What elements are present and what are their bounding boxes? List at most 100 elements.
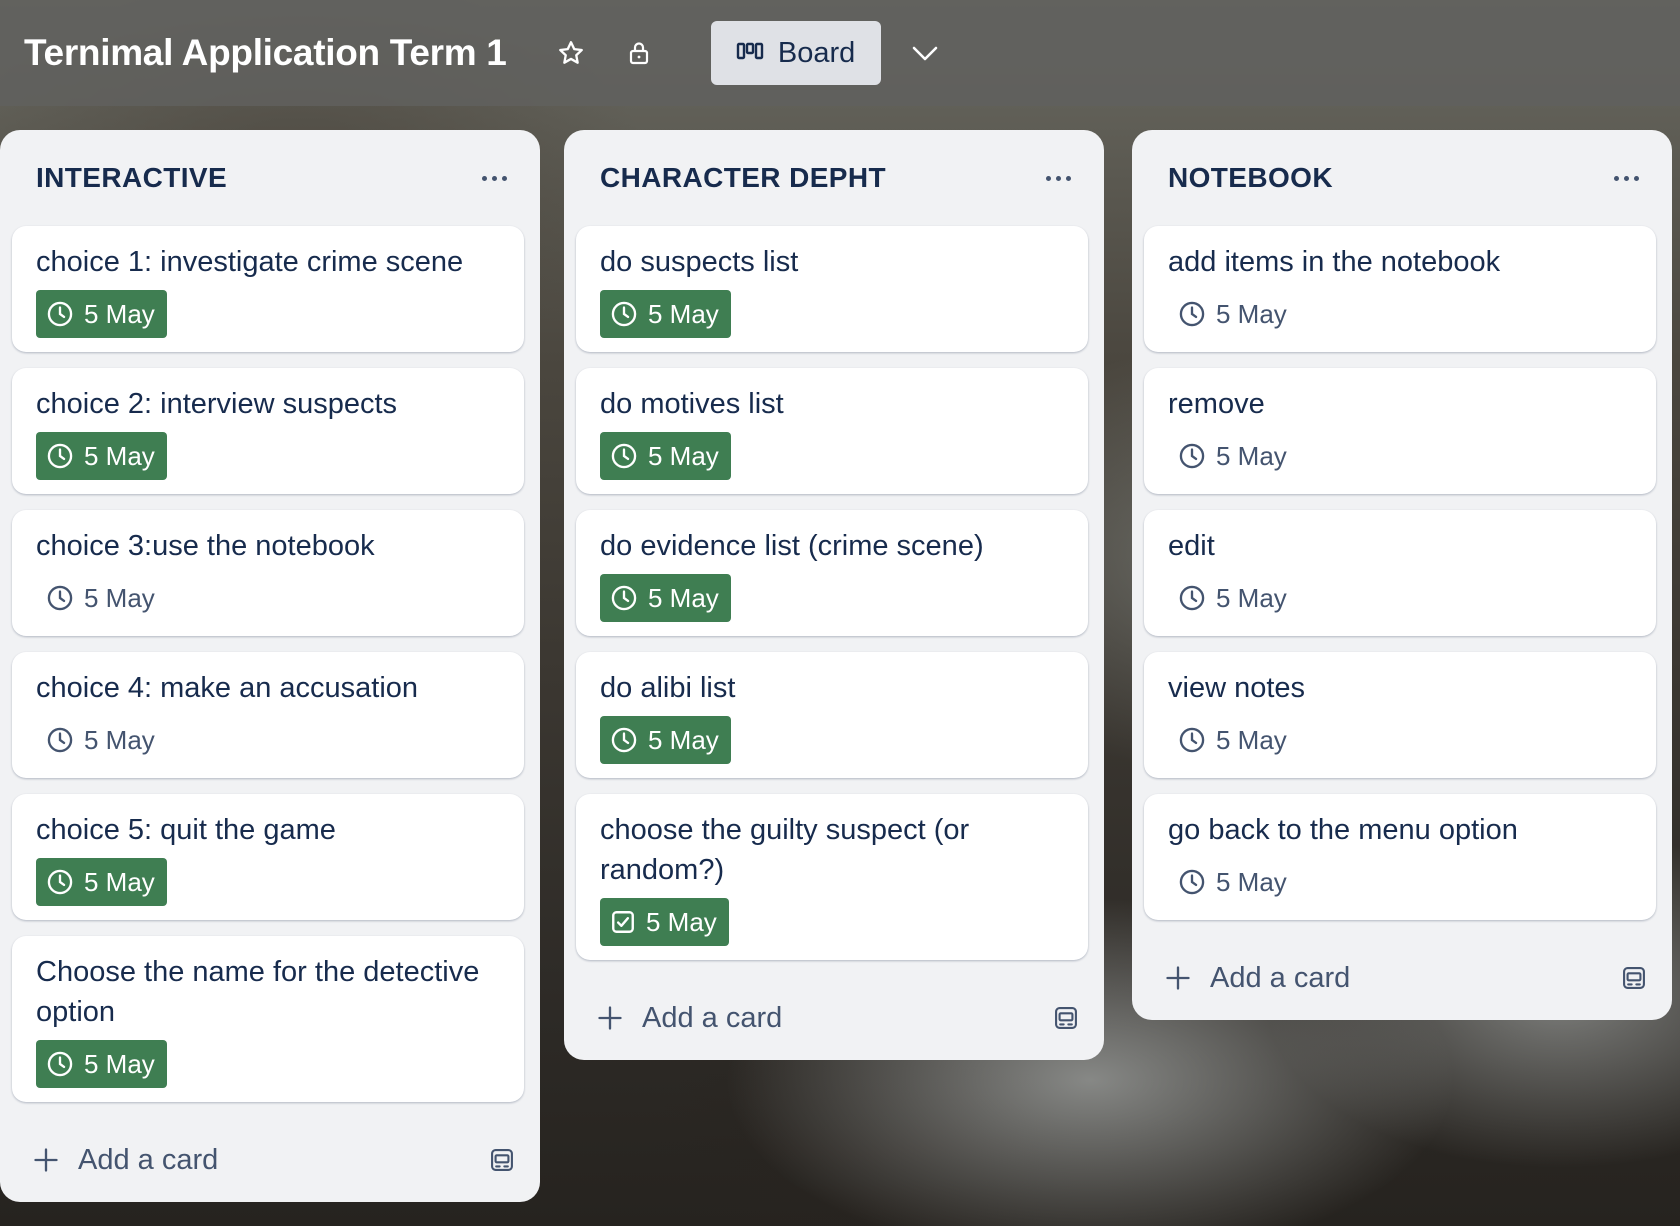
card-title: choose the guilty suspect (or random?): [600, 814, 970, 886]
card[interactable]: Choose the name for the detective option…: [12, 936, 524, 1102]
card[interactable]: do motives list 5 May: [576, 368, 1088, 494]
due-date-label: 5 May: [646, 906, 717, 937]
list-title[interactable]: NOTEBOOK: [1168, 162, 1333, 194]
clock-icon: [46, 584, 74, 612]
plus-icon: [1164, 964, 1192, 992]
due-date-badge[interactable]: 5 May: [36, 290, 167, 338]
card[interactable]: add items in the notebook 5 May: [1144, 226, 1656, 352]
due-date-badge[interactable]: 5 May: [600, 716, 731, 764]
lock-icon[interactable]: [617, 31, 661, 75]
card-title: do alibi list: [600, 672, 736, 704]
chevron-down-icon[interactable]: [903, 31, 947, 75]
due-date-label: 5 May: [84, 866, 155, 897]
card-title: choice 3:use the notebook: [36, 530, 375, 562]
clock-icon: [46, 868, 74, 896]
clock-icon: [610, 584, 638, 612]
due-date-label: 5 May: [1216, 582, 1287, 613]
plus-icon: [596, 1004, 624, 1032]
card[interactable]: choice 3:use the notebook 5 May: [12, 510, 524, 636]
star-icon[interactable]: [549, 31, 593, 75]
create-from-template-icon[interactable]: [1052, 1004, 1080, 1032]
add-card-label: Add a card: [1210, 961, 1351, 994]
due-date-badge[interactable]: 5 May: [1168, 716, 1299, 764]
card[interactable]: remove 5 May: [1144, 368, 1656, 494]
create-from-template-icon[interactable]: [488, 1146, 516, 1174]
due-date-badge[interactable]: 5 May: [600, 432, 731, 480]
add-card-row: Add a card: [576, 976, 1088, 1060]
due-date-badge[interactable]: 5 May: [36, 574, 167, 622]
due-date-badge[interactable]: 5 May: [36, 432, 167, 480]
clock-icon: [46, 726, 74, 754]
list-column: NOTEBOOK add items in the notebook 5 May…: [1132, 130, 1672, 1020]
due-date-badge[interactable]: 5 May: [600, 574, 731, 622]
card-title: choice 5: quit the game: [36, 814, 336, 846]
clock-icon: [1178, 442, 1206, 470]
list-header: INTERACTIVE: [12, 130, 524, 226]
card-title: add items in the notebook: [1168, 246, 1501, 278]
due-date-label: 5 May: [84, 298, 155, 329]
card[interactable]: choose the guilty suspect (or random?) 5…: [576, 794, 1088, 960]
card-title: Choose the name for the detective option: [36, 956, 480, 1028]
add-card-button[interactable]: Add a card: [596, 1002, 782, 1035]
card[interactable]: do alibi list 5 May: [576, 652, 1088, 778]
clock-icon: [46, 442, 74, 470]
card[interactable]: do suspects list 5 May: [576, 226, 1088, 352]
due-date-label: 5 May: [1216, 440, 1287, 471]
card[interactable]: do evidence list (crime scene) 5 May: [576, 510, 1088, 636]
list-column: INTERACTIVE choice 1: investigate crime …: [0, 130, 540, 1202]
due-date-badge[interactable]: 5 May: [36, 716, 167, 764]
card-title: remove: [1168, 388, 1265, 420]
clock-icon: [1178, 868, 1206, 896]
board-header: Ternimal Application Term 1 Board: [0, 0, 1680, 106]
due-date-label: 5 May: [648, 298, 719, 329]
due-date-badge[interactable]: 5 May: [1168, 432, 1299, 480]
card-title: choice 4: make an accusation: [36, 672, 419, 704]
card[interactable]: edit 5 May: [1144, 510, 1656, 636]
clock-icon: [610, 442, 638, 470]
clock-icon: [46, 1050, 74, 1078]
card-title: do suspects list: [600, 246, 799, 278]
card-title: edit: [1168, 530, 1215, 562]
card[interactable]: choice 5: quit the game 5 May: [12, 794, 524, 920]
card[interactable]: choice 2: interview suspects 5 May: [12, 368, 524, 494]
board-view-button[interactable]: Board: [710, 21, 881, 85]
list-menu-icon[interactable]: [1036, 156, 1080, 200]
card-title: choice 1: investigate crime scene: [36, 246, 464, 278]
list-menu-icon[interactable]: [472, 156, 516, 200]
card-title: view notes: [1168, 672, 1306, 704]
add-card-row: Add a card: [1144, 936, 1656, 1020]
due-date-label: 5 May: [1216, 724, 1287, 755]
list-column: CHARACTER DEPHT do suspects list 5 May d…: [564, 130, 1104, 1060]
card[interactable]: go back to the menu option 5 May: [1144, 794, 1656, 920]
due-date-label: 5 May: [1216, 298, 1287, 329]
clock-icon: [1178, 300, 1206, 328]
plus-icon: [32, 1146, 60, 1174]
clock-icon: [610, 726, 638, 754]
checkbox-icon: [610, 909, 636, 935]
due-date-badge[interactable]: 5 May: [600, 898, 729, 946]
due-date-badge[interactable]: 5 May: [1168, 858, 1299, 906]
due-date-label: 5 May: [648, 582, 719, 613]
due-date-badge[interactable]: 5 May: [36, 858, 167, 906]
card[interactable]: choice 4: make an accusation 5 May: [12, 652, 524, 778]
due-date-label: 5 May: [84, 724, 155, 755]
due-date-badge[interactable]: 5 May: [36, 1040, 167, 1088]
create-from-template-icon[interactable]: [1620, 964, 1648, 992]
card[interactable]: view notes 5 May: [1144, 652, 1656, 778]
clock-icon: [46, 300, 74, 328]
add-card-row: Add a card: [12, 1118, 524, 1202]
due-date-badge[interactable]: 5 May: [1168, 574, 1299, 622]
due-date-badge[interactable]: 5 May: [1168, 290, 1299, 338]
due-date-badge[interactable]: 5 May: [600, 290, 731, 338]
add-card-button[interactable]: Add a card: [1164, 962, 1350, 995]
add-card-button[interactable]: Add a card: [32, 1144, 218, 1177]
card-title: do evidence list (crime scene): [600, 530, 984, 562]
card-title: do motives list: [600, 388, 784, 420]
list-title[interactable]: INTERACTIVE: [36, 162, 227, 194]
list-menu-icon[interactable]: [1604, 156, 1648, 200]
list-title[interactable]: CHARACTER DEPHT: [600, 162, 886, 194]
due-date-label: 5 May: [648, 440, 719, 471]
card[interactable]: choice 1: investigate crime scene 5 May: [12, 226, 524, 352]
card-title: go back to the menu option: [1168, 814, 1518, 846]
board-title[interactable]: Ternimal Application Term 1: [24, 32, 507, 74]
